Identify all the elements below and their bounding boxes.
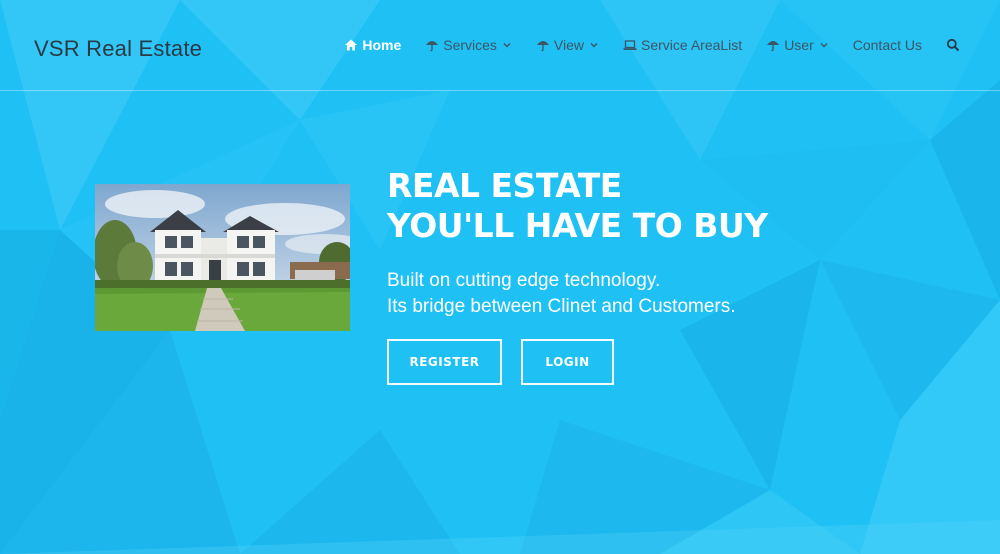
main-nav: Home Services View Service AreaList User… xyxy=(344,36,960,54)
nav-item-label: View xyxy=(553,37,585,53)
top-navbar: VSR Real Estate Home Services View Servi… xyxy=(0,0,1000,91)
chevron-down-icon xyxy=(589,40,599,50)
hero-subtitle-line2: Its bridge between Clinet and Customers. xyxy=(387,296,736,317)
chevron-down-icon xyxy=(502,40,512,50)
search-icon[interactable] xyxy=(946,38,960,52)
umbrella-icon xyxy=(766,38,780,52)
house-photo xyxy=(95,184,350,331)
nav-item-label: Service AreaList xyxy=(641,37,743,53)
hero-headline-line2: YOU'LL HAVE TO BUY xyxy=(387,206,768,245)
hero-buttons: REGISTER LOGIN xyxy=(387,339,614,385)
nav-item-service-arealist[interactable]: Service AreaList xyxy=(623,37,742,53)
login-button[interactable]: LOGIN xyxy=(521,339,614,385)
nav-item-contact-us[interactable]: Contact Us xyxy=(853,37,922,53)
nav-item-label: Contact Us xyxy=(852,37,922,53)
brand-logo[interactable]: VSR Real Estate xyxy=(34,36,202,62)
nav-item-label: Services xyxy=(443,37,497,53)
chevron-down-icon xyxy=(819,40,829,50)
nav-item-user[interactable]: User xyxy=(766,37,829,53)
umbrella-icon xyxy=(536,38,550,52)
umbrella-icon xyxy=(425,38,439,52)
nav-item-services[interactable]: Services xyxy=(425,37,512,53)
hero-headline: REAL ESTATE YOU'LL HAVE TO BUY xyxy=(387,166,768,246)
nav-item-label: User xyxy=(784,37,814,53)
register-button[interactable]: REGISTER xyxy=(387,339,502,385)
nav-item-view[interactable]: View xyxy=(536,37,599,53)
hero-text: REAL ESTATE YOU'LL HAVE TO BUY Built on … xyxy=(387,166,768,320)
nav-item-home[interactable]: Home xyxy=(344,37,401,53)
home-icon xyxy=(344,38,358,52)
nav-item-label: Home xyxy=(362,37,402,53)
hero-subtitle: Built on cutting edge technology. Its br… xyxy=(387,268,768,320)
hero-subtitle-line1: Built on cutting edge technology. xyxy=(387,270,661,291)
hero-headline-line1: REAL ESTATE xyxy=(387,166,622,205)
laptop-icon xyxy=(623,38,637,52)
